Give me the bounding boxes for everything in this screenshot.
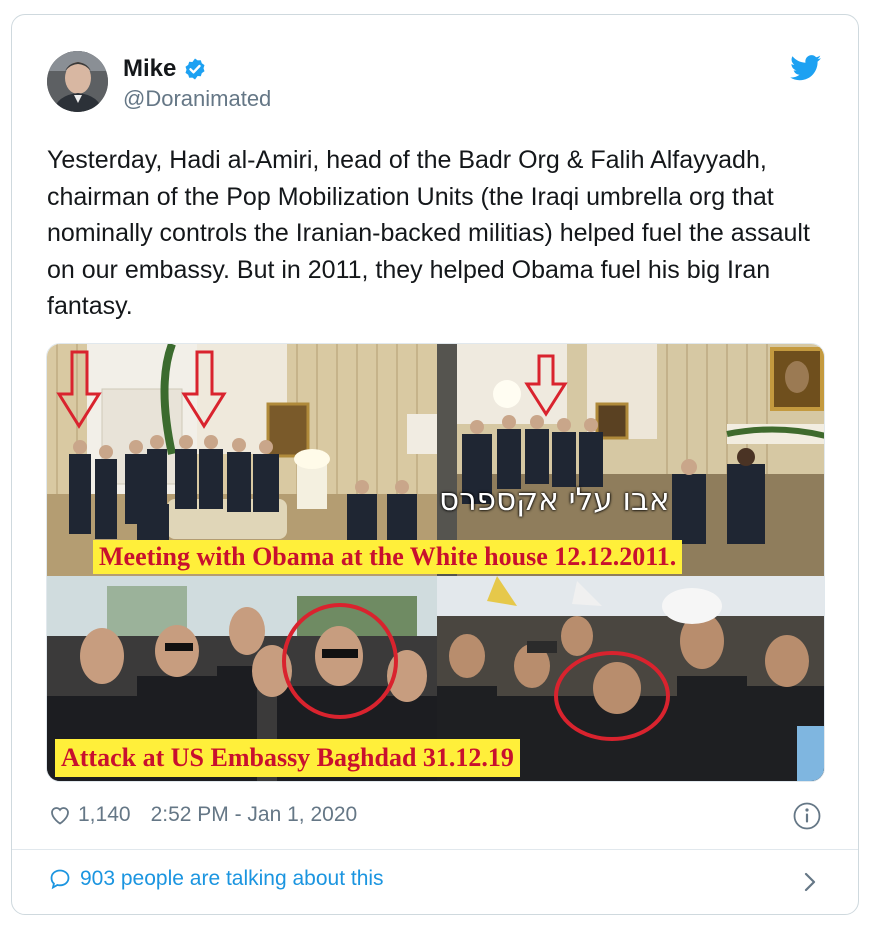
- info-icon[interactable]: [792, 801, 822, 831]
- tweet-text: Yesterday, Hadi al-Amiri, head of the Ba…: [47, 146, 810, 320]
- tweet-card: Mike @Doranimated Yesterday, Hadi al-Ami…: [11, 14, 859, 915]
- twitter-bird-icon[interactable]: [790, 55, 822, 81]
- heart-icon[interactable]: [48, 803, 72, 827]
- timestamp[interactable]: 2:52 PM - Jan 1, 2020: [151, 803, 358, 827]
- speech-bubble-icon: [50, 869, 70, 890]
- chevron-right-icon[interactable]: [802, 871, 818, 893]
- like-count[interactable]: 1,140: [78, 803, 131, 827]
- caption-attack: Attack at US Embassy Baghdad 31.12.19: [55, 739, 520, 777]
- tweet-media[interactable]: אבו עלי אקספרס Meeting with Obama at the…: [46, 343, 825, 782]
- conversation-label[interactable]: 903 people are talking about this: [80, 867, 384, 891]
- conversation-link[interactable]: 903 people are talking about this: [48, 867, 384, 891]
- tweet-meta: 1,140 2:52 PM - Jan 1, 2020: [48, 803, 357, 827]
- author-handle[interactable]: @Doranimated: [123, 86, 271, 112]
- author-name[interactable]: Mike: [123, 55, 176, 83]
- caption-meeting: Meeting with Obama at the White house 12…: [93, 540, 683, 574]
- hebrew-overlay-text: אבו עלי אקספרס: [439, 482, 670, 518]
- divider: [12, 849, 858, 850]
- verified-badge-icon: [185, 58, 205, 80]
- avatar[interactable]: [47, 51, 108, 112]
